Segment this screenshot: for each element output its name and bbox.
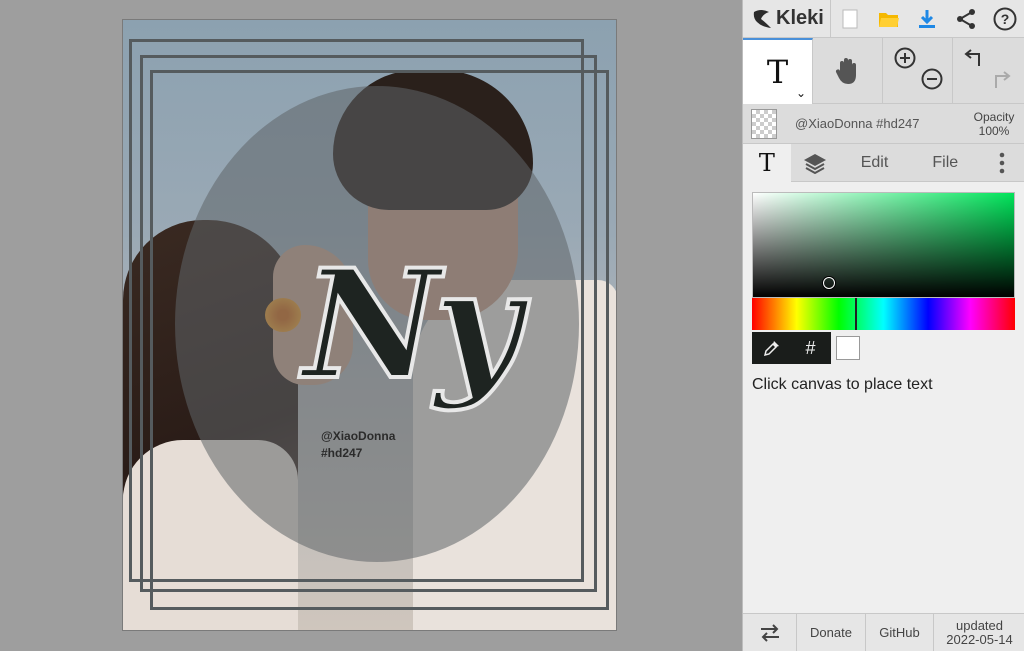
hand-tool-button[interactable] [813,38,883,104]
download-icon [919,9,936,28]
new-file-icon [842,9,858,28]
eyedropper-button[interactable] [752,332,791,364]
tab-layers[interactable] [791,144,839,182]
top-bar: Kleki ? [743,0,1024,38]
donate-link[interactable]: Donate [797,614,866,651]
github-link[interactable]: GitHub [866,614,934,651]
hue-slider-marker[interactable] [855,298,857,330]
folder-icon [878,12,899,27]
canvas-watermark-tag: #hd247 [321,446,363,460]
eyedropper-icon [763,341,779,357]
color-actions-row: # [752,332,1015,364]
text-tool-hint: Click canvas to place text [752,376,933,393]
open-image-button[interactable] [869,0,908,38]
help-button[interactable]: ? [985,0,1024,38]
swap-arrows-icon [760,624,779,642]
tool-settings-pane: # Click canvas to place text [743,182,1024,613]
canvas-workspace[interactable]: Ny @XiaoDonna #hd247 [0,0,742,651]
color-picker-cursor[interactable] [823,277,835,289]
hand-icon [835,58,856,84]
changelog-link[interactable]: updated 2022-05-14 [934,614,1024,651]
svg-text:?: ? [1000,11,1009,27]
opacity-label: Opacity [973,109,1015,124]
updated-label: updated [956,618,1003,633]
tool-row: T ⌄ [743,38,1024,104]
share-button[interactable] [947,0,986,38]
tool-panel: Kleki ? T ⌄ @XiaoDonna #hd247 Opacity 10… [742,0,1024,651]
layers-icon [803,153,826,174]
opacity-value: 100% [978,123,1010,138]
kleki-logo-icon [753,9,771,28]
new-image-button[interactable] [831,0,870,38]
history-controls [953,38,1024,104]
layer-opacity[interactable]: Opacity 100% [964,110,1024,138]
drawing-canvas[interactable]: Ny @XiaoDonna #hd247 [122,19,617,631]
canvas-watermark-handle: @XiaoDonna [321,429,396,443]
text-tool-icon: T [766,53,789,91]
tab-file[interactable]: File [910,144,980,182]
bottom-bar: Donate GitHub updated 2022-05-14 [743,613,1024,651]
swap-side-button[interactable] [743,614,797,651]
save-image-button[interactable] [908,0,947,38]
hue-slider[interactable] [752,298,1015,330]
current-layer-row[interactable]: @XiaoDonna #hd247 Opacity 100% [743,104,1024,144]
canvas-big-lettering: Ny [301,237,523,413]
layer-thumbnail [751,108,777,139]
undo-icon[interactable] [963,48,985,68]
secondary-color-swatch[interactable] [836,336,860,360]
updated-date: 2022-05-14 [946,632,1013,647]
text-tool-button[interactable]: T ⌄ [743,38,813,104]
zoom-out-icon[interactable] [921,68,943,90]
chevron-down-icon[interactable]: ⌄ [796,86,806,100]
color-saturation-value-picker[interactable] [752,192,1015,298]
more-menu-button[interactable] [980,144,1024,182]
text-tool-tab-icon: T [758,148,775,177]
tab-tool-settings[interactable]: T [743,143,791,182]
hex-input-button[interactable]: # [791,332,830,364]
more-vertical-icon [999,152,1005,173]
help-icon: ? [993,7,1017,30]
color-tools-group: # [752,332,831,364]
panel-tabs: T Edit File [743,143,1024,182]
share-icon [957,8,976,29]
layer-name: @XiaoDonna #hd247 [795,116,920,131]
tab-edit[interactable]: Edit [839,144,911,182]
zoom-controls [883,38,953,104]
redo-icon[interactable] [990,70,1012,90]
zoom-in-icon[interactable] [894,47,916,69]
kleki-logo[interactable]: Kleki [743,0,831,37]
app-name: Kleki [776,7,824,29]
